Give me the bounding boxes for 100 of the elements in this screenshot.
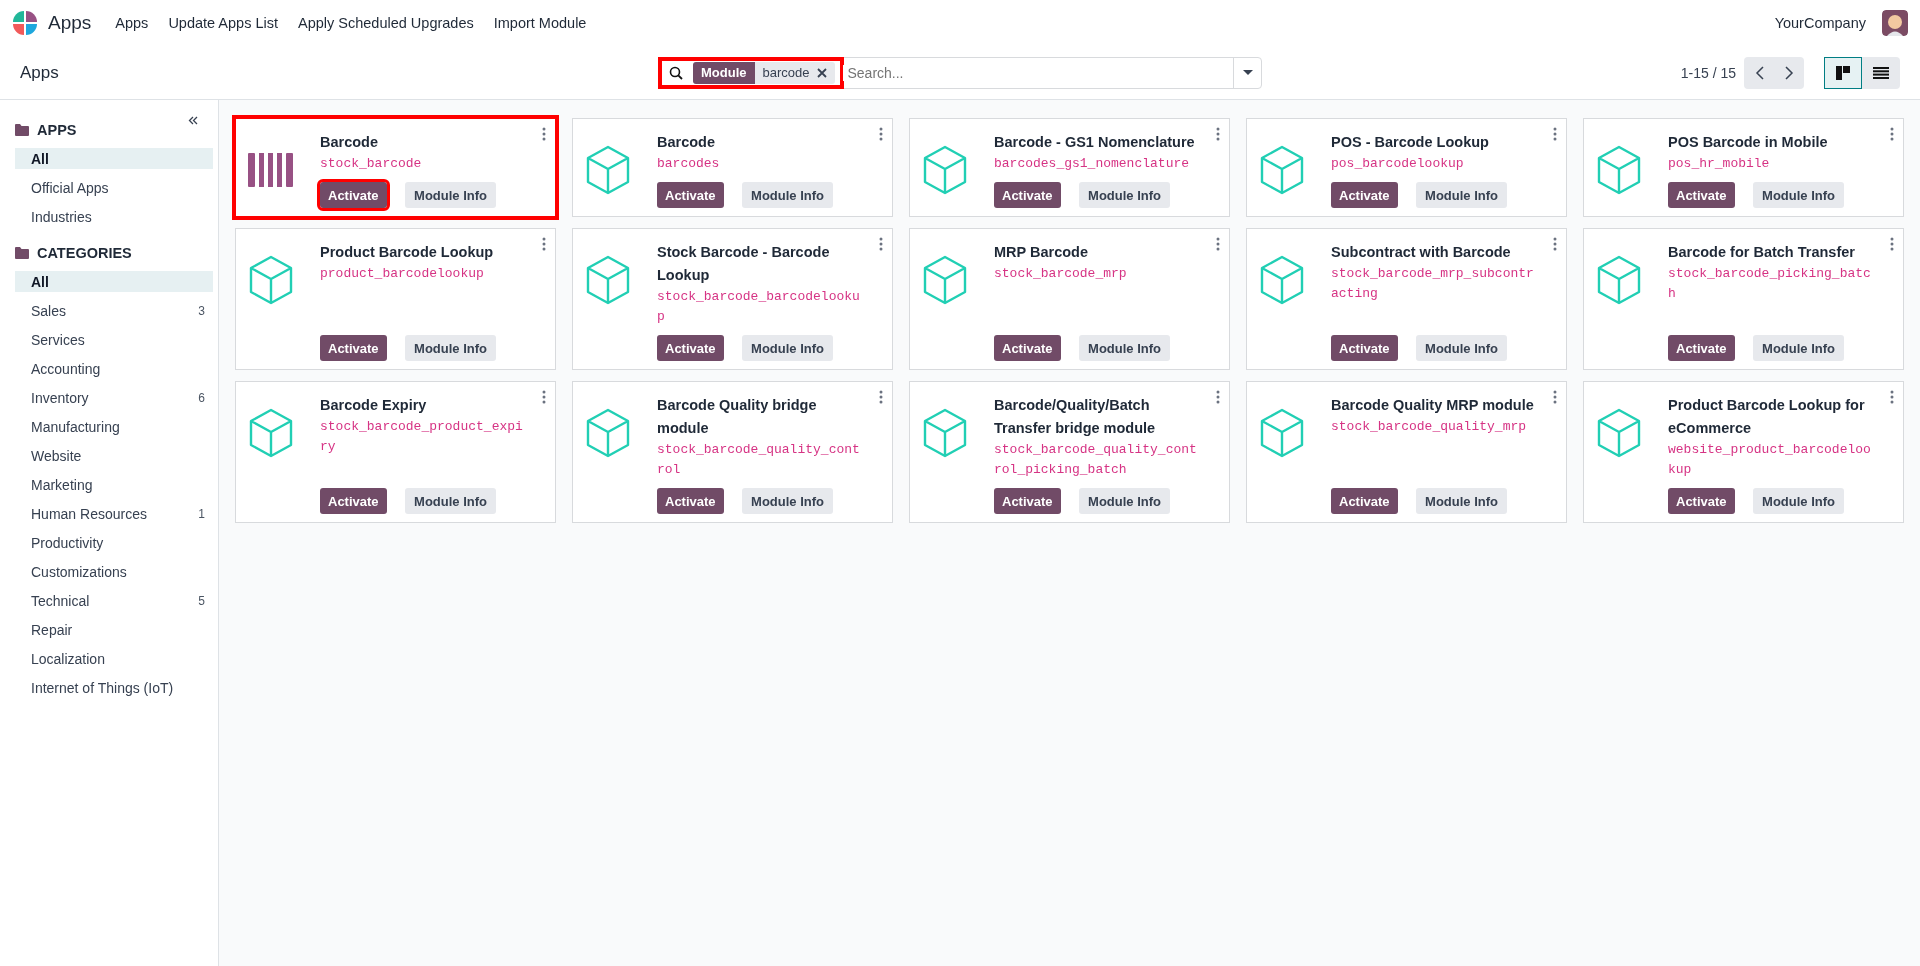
module-title: Barcode - GS1 Nomenclature xyxy=(994,133,1196,152)
filter-item[interactable]: Technical 5 xyxy=(15,590,213,611)
menu-item[interactable]: Import Module xyxy=(485,9,595,37)
technical-name: pos_barcodelookup xyxy=(1331,155,1465,173)
filter-item[interactable]: Inventory 6 xyxy=(15,387,213,408)
filter-item[interactable]: Services xyxy=(15,329,213,350)
close-icon[interactable] xyxy=(817,67,828,78)
filter-item[interactable]: Industries xyxy=(15,206,213,227)
menu-item[interactable]: Update Apps List xyxy=(160,9,286,37)
technical-name: stock_barcode_quality_control xyxy=(657,441,861,479)
more-icon[interactable] xyxy=(542,390,546,404)
module-card[interactable]: POS - Barcode Lookup pos_barcodelookup Activate Module Info xyxy=(1246,118,1567,217)
activate-button[interactable]: Activate xyxy=(1668,335,1735,361)
filter-item[interactable]: Sales 3 xyxy=(15,300,213,321)
module-info-button[interactable]: Module Info xyxy=(405,182,496,208)
filter-item[interactable]: All xyxy=(15,148,213,169)
technical-name: pos_hr_mobile xyxy=(1668,155,1771,173)
more-icon[interactable] xyxy=(1216,237,1220,251)
module-card[interactable]: Barcode Quality bridge module stock_barcode_quality_control Activate Module Info xyxy=(572,381,893,523)
next-button[interactable] xyxy=(1774,56,1804,89)
view-button[interactable] xyxy=(1824,56,1862,89)
filter-item[interactable]: Customizations xyxy=(15,561,213,582)
module-info-button[interactable]: Module Info xyxy=(1416,335,1507,361)
filter-item[interactable]: Repair xyxy=(15,619,213,640)
module-info-button[interactable]: Module Info xyxy=(1416,488,1507,514)
menu-item[interactable]: Apps xyxy=(107,9,157,37)
module-card[interactable]: Barcode stock_barcode Activate Module Info xyxy=(235,118,556,217)
list-icon xyxy=(1873,66,1889,79)
module-card[interactable]: Barcode - GS1 Nomenclature barcodes_gs1_nomenclature Activate Module Info xyxy=(909,118,1230,217)
filter-item[interactable]: Accounting xyxy=(15,358,213,379)
module-info-button[interactable]: Module Info xyxy=(1753,182,1844,208)
activate-button[interactable]: Activate xyxy=(1331,182,1398,208)
more-icon[interactable] xyxy=(1553,390,1557,404)
activate-button[interactable]: Activate xyxy=(1668,182,1735,208)
technical-name: product_barcodelookup xyxy=(320,265,485,283)
more-icon[interactable] xyxy=(1216,390,1220,404)
module-card[interactable]: Barcode Expiry stock_barcode_product_expiry Activate Module Info xyxy=(235,381,556,523)
module-info-button[interactable]: Module Info xyxy=(1079,182,1170,208)
module-card[interactable]: Barcode barcodes Activate Module Info xyxy=(572,118,893,217)
filter-item[interactable]: Productivity xyxy=(15,532,213,553)
module-info-button[interactable]: Module Info xyxy=(742,488,833,514)
search-field[interactable]: Module barcode Search... xyxy=(658,56,1262,89)
previous-button[interactable] xyxy=(1744,56,1774,89)
activate-button[interactable]: Activate xyxy=(1331,488,1398,514)
filter-item[interactable]: Website xyxy=(15,445,213,466)
logo-icon[interactable] xyxy=(12,10,38,36)
filter-item[interactable]: Localization xyxy=(15,648,213,669)
activate-button[interactable]: Activate xyxy=(320,335,387,361)
module-info-button[interactable]: Module Info xyxy=(405,488,496,514)
filter-item[interactable]: Manufacturing xyxy=(15,416,213,437)
view-button[interactable] xyxy=(1862,56,1900,89)
module-info-button[interactable]: Module Info xyxy=(742,182,833,208)
module-info-button[interactable]: Module Info xyxy=(405,335,496,361)
activate-button[interactable]: Activate xyxy=(1331,335,1398,361)
module-card[interactable]: Barcode Quality MRP module stock_barcode_quality_mrp Activate Module Info xyxy=(1246,381,1567,523)
filter-item[interactable]: Internet of Things (IoT) xyxy=(15,677,213,698)
filter-item[interactable]: All xyxy=(15,271,213,292)
module-info-button[interactable]: Module Info xyxy=(1753,335,1844,361)
activate-button[interactable]: Activate xyxy=(1668,488,1735,514)
module-card[interactable]: Barcode/Quality/Batch Transfer bridge module stock_barcode_quality_control_picking_batch Activate Module Info xyxy=(909,381,1230,523)
module-card[interactable]: Stock Barcode - Barcode Lookup stock_barcode_barcodelookup Activate Module Info xyxy=(572,228,893,370)
activate-button[interactable]: Activate xyxy=(994,335,1061,361)
module-info-button[interactable]: Module Info xyxy=(1079,488,1170,514)
more-icon[interactable] xyxy=(1890,127,1894,141)
more-icon[interactable] xyxy=(1216,127,1220,141)
module-info-button[interactable]: Module Info xyxy=(1079,335,1170,361)
company-name[interactable]: YourCompany xyxy=(1774,15,1866,31)
activate-button[interactable]: Activate xyxy=(657,182,724,208)
more-icon[interactable] xyxy=(879,127,883,141)
menu-item[interactable]: Apply Scheduled Upgrades xyxy=(290,9,482,37)
filter-item[interactable]: Human Resources 1 xyxy=(15,503,213,524)
avatar-icon[interactable] xyxy=(1882,10,1908,36)
more-icon[interactable] xyxy=(1890,390,1894,404)
activate-button[interactable]: Activate xyxy=(657,335,724,361)
module-info-button[interactable]: Module Info xyxy=(1753,488,1844,514)
module-card[interactable]: Product Barcode Lookup for eCommerce website_product_barcodelookup Activate Module Info xyxy=(1583,381,1904,523)
activate-button[interactable]: Activate xyxy=(994,488,1061,514)
cube-icon xyxy=(1259,145,1305,195)
filter-item[interactable]: Marketing xyxy=(15,474,213,495)
module-card[interactable]: Barcode for Batch Transfer stock_barcode_picking_batch Activate Module Info xyxy=(1583,228,1904,370)
module-card[interactable]: Subcontract with Barcode stock_barcode_mrp_subcontracting Activate Module Info xyxy=(1246,228,1567,370)
more-icon[interactable] xyxy=(879,237,883,251)
activate-button[interactable]: Activate xyxy=(657,488,724,514)
more-icon[interactable] xyxy=(542,127,546,141)
more-icon[interactable] xyxy=(542,237,546,251)
module-card[interactable]: MRP Barcode stock_barcode_mrp Activate Module Info xyxy=(909,228,1230,370)
more-icon[interactable] xyxy=(1553,237,1557,251)
activate-button[interactable]: Activate xyxy=(320,488,387,514)
pager-value[interactable]: 1-15 / 15 xyxy=(1680,64,1736,81)
module-info-button[interactable]: Module Info xyxy=(1416,182,1507,208)
technical-name: stock_barcode_mrp_subcontracting xyxy=(1331,265,1535,303)
module-card[interactable]: POS Barcode in Mobile pos_hr_mobile Activate Module Info xyxy=(1583,118,1904,217)
more-icon[interactable] xyxy=(879,390,883,404)
filter-item[interactable]: Official Apps xyxy=(15,177,213,198)
module-card[interactable]: Product Barcode Lookup product_barcodelookup Activate Module Info xyxy=(235,228,556,370)
more-icon[interactable] xyxy=(1553,127,1557,141)
activate-button[interactable]: Activate xyxy=(320,182,387,208)
module-info-button[interactable]: Module Info xyxy=(742,335,833,361)
more-icon[interactable] xyxy=(1890,237,1894,251)
activate-button[interactable]: Activate xyxy=(994,182,1061,208)
